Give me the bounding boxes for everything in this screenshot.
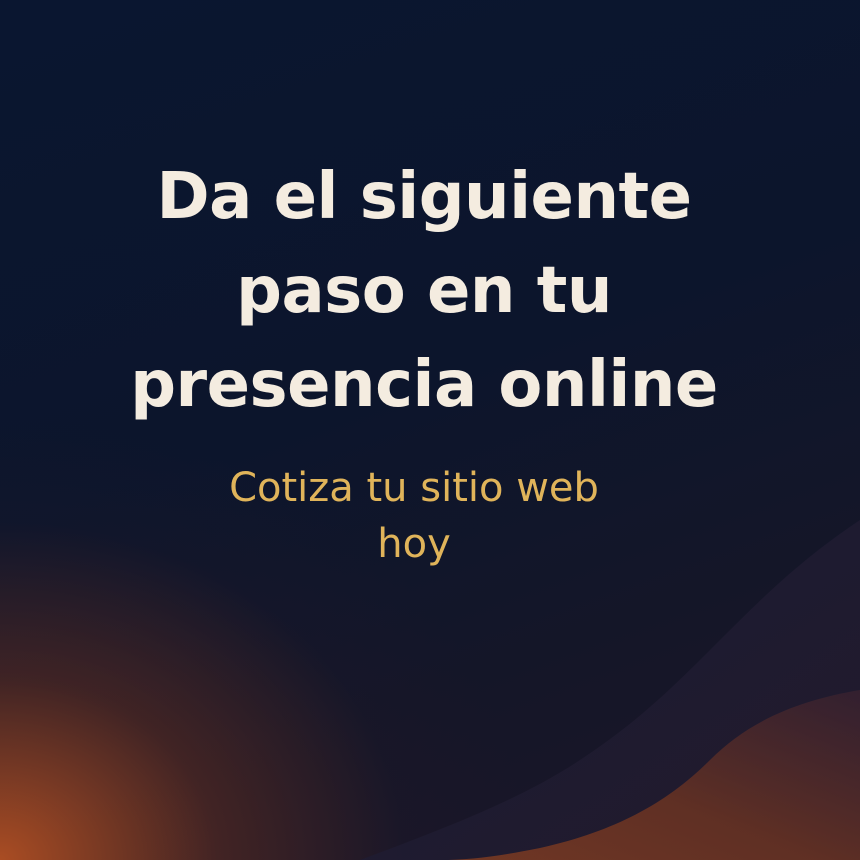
headline: Da el siguiente paso en tu presencia onl…: [60, 150, 788, 432]
promo-card: Da el siguiente paso en tu presencia onl…: [0, 0, 860, 860]
subline-line-2: hoy: [377, 521, 451, 567]
headline-line-1: Da el siguiente: [156, 160, 692, 234]
call-to-action-text: Cotiza tu sitio web hoy: [160, 460, 668, 572]
headline-line-3: presencia online: [130, 348, 718, 422]
subline-line-1: Cotiza tu sitio web: [229, 465, 599, 511]
headline-line-2: paso en tu: [236, 254, 612, 328]
content-area: Da el siguiente paso en tu presencia onl…: [0, 0, 860, 860]
